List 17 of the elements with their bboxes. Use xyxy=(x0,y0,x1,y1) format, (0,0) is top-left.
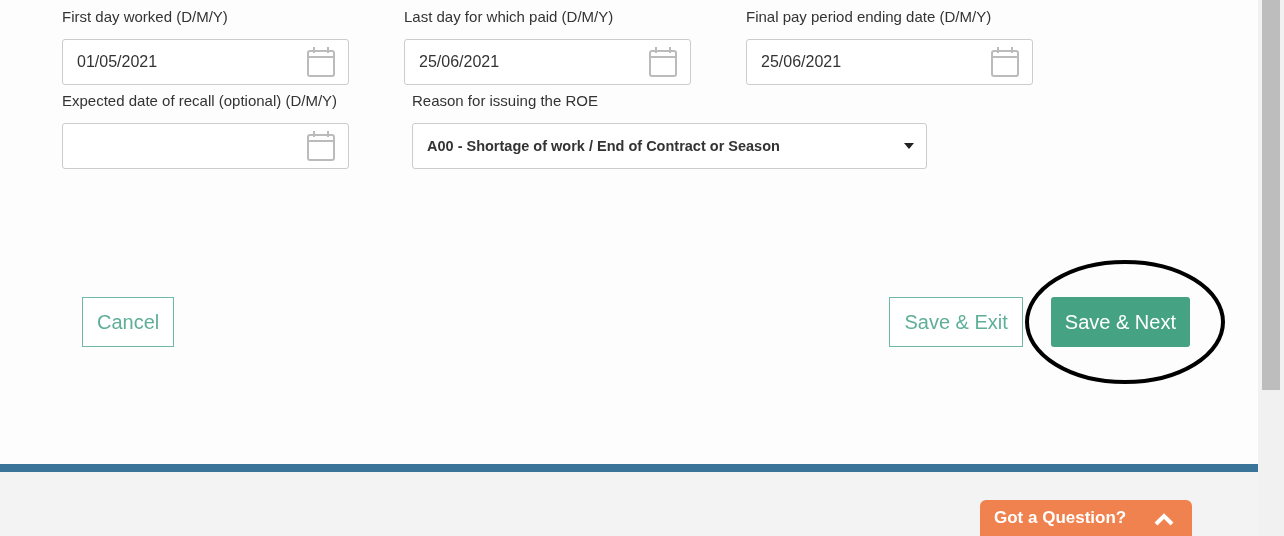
field-label: Expected date of recall (optional) (D/M/Y) xyxy=(62,91,339,111)
calendar-icon[interactable] xyxy=(648,46,678,78)
date-field[interactable]: 25/06/2021 xyxy=(404,39,691,85)
date-field[interactable] xyxy=(62,123,349,169)
date-field[interactable]: 25/06/2021 xyxy=(746,39,1033,85)
field-label: Reason for issuing the ROE xyxy=(412,91,599,111)
scrollbar-thumb[interactable] xyxy=(1262,0,1280,390)
date-field[interactable]: 01/05/2021 xyxy=(62,39,349,85)
chevron-up-icon xyxy=(1154,512,1175,526)
calendar-icon[interactable] xyxy=(306,46,336,78)
caret-icon xyxy=(904,143,914,149)
field-label: Last day for which paid (D/M/Y) xyxy=(404,7,615,27)
field-label: First day worked (D/M/Y) xyxy=(62,7,229,27)
field-label: Final pay period ending date (D/M/Y) xyxy=(746,7,993,27)
calendar-icon[interactable] xyxy=(990,46,1020,78)
calendar-icon[interactable] xyxy=(306,130,336,162)
reason-dropdown[interactable]: A00 - Shortage of work / End of Contract or Season xyxy=(412,123,927,169)
